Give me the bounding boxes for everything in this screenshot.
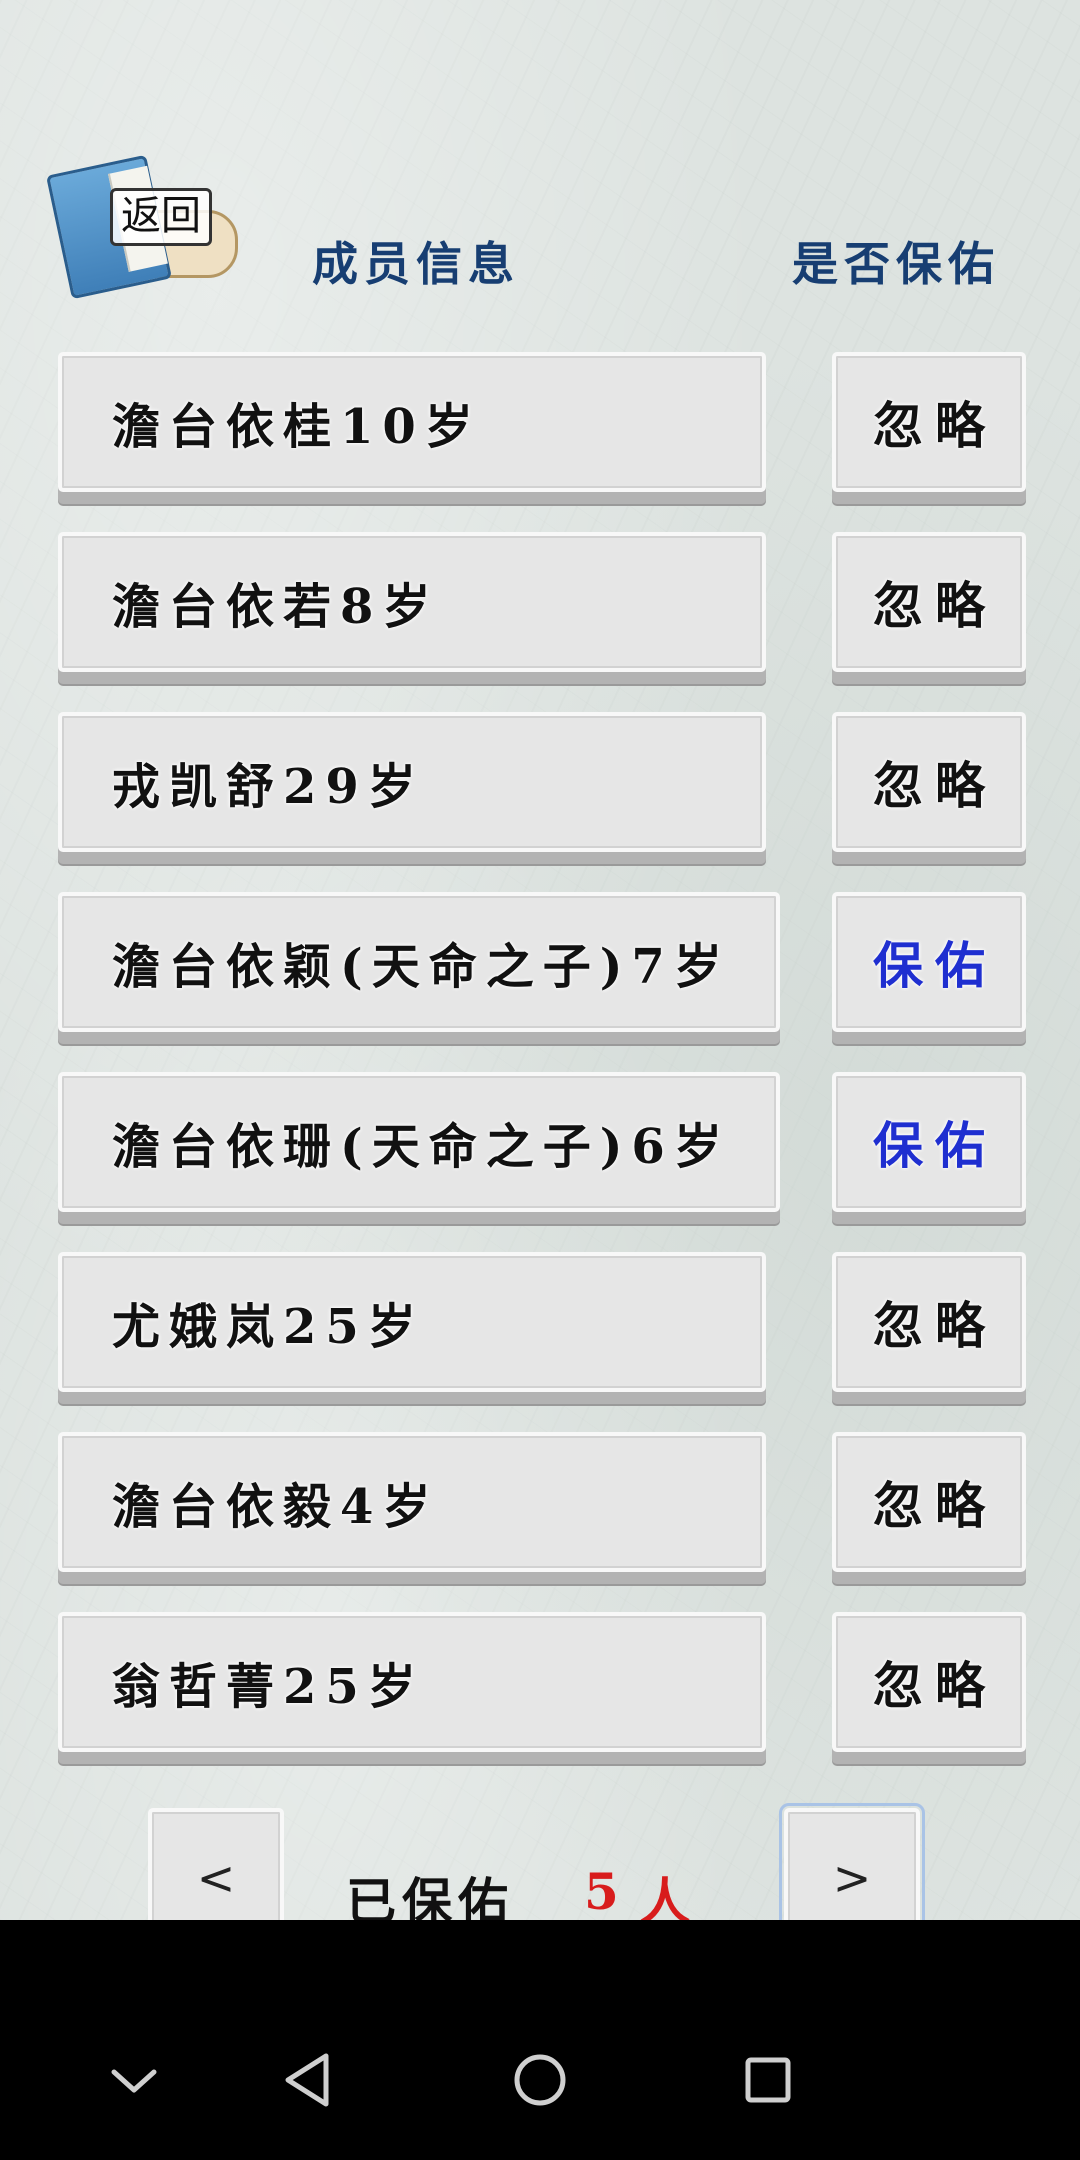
back-button[interactable]: 返回 xyxy=(46,150,242,300)
member-name-row: 澹台依珊(天命之子)6岁 xyxy=(58,1072,780,1212)
blessed-count: 5 xyxy=(584,1862,619,1920)
ignore-button[interactable]: 忽略 xyxy=(832,1252,1026,1392)
recents-square-icon[interactable] xyxy=(728,2040,808,2120)
next-page-button[interactable]: > xyxy=(779,1803,925,1920)
member-name-row: 澹台依若8岁 xyxy=(58,532,766,672)
bless-question-header: 是否保佑 xyxy=(792,237,1000,291)
back-triangle-icon[interactable] xyxy=(268,2040,348,2120)
home-circle-icon[interactable] xyxy=(500,2040,580,2120)
blessed-label: 已保佑 xyxy=(346,1872,514,1920)
member-name-row: 尤娥岚25岁 xyxy=(58,1252,766,1392)
app-screen: 返回 成员信息 是否保佑 澹台依桂10岁 忽略 澹台依若8岁 忽略 戎凯舒29岁… xyxy=(0,0,1080,1920)
member-name-row: 澹台依桂10岁 xyxy=(58,352,766,492)
bless-button[interactable]: 保佑 xyxy=(832,1072,1026,1212)
member-info-header: 成员信息 xyxy=(312,237,520,291)
blessed-unit: 人 xyxy=(640,1872,690,1920)
member-name-row: 澹台依毅4岁 xyxy=(58,1432,766,1572)
prev-page-button[interactable]: < xyxy=(148,1808,284,1920)
back-label: 返回 xyxy=(110,188,212,246)
ignore-button[interactable]: 忽略 xyxy=(832,352,1026,492)
ignore-button[interactable]: 忽略 xyxy=(832,712,1026,852)
ignore-button[interactable]: 忽略 xyxy=(832,532,1026,672)
member-name-row: 澹台依颖(天命之子)7岁 xyxy=(58,892,780,1032)
chevron-down-icon[interactable] xyxy=(94,2040,174,2120)
bless-button[interactable]: 保佑 xyxy=(832,892,1026,1032)
member-name-row: 翁哲菁25岁 xyxy=(58,1612,766,1752)
ignore-button[interactable]: 忽略 xyxy=(832,1432,1026,1572)
member-name-row: 戎凯舒29岁 xyxy=(58,712,766,852)
system-nav-bar xyxy=(0,1980,1080,2160)
ignore-button[interactable]: 忽略 xyxy=(832,1612,1026,1752)
